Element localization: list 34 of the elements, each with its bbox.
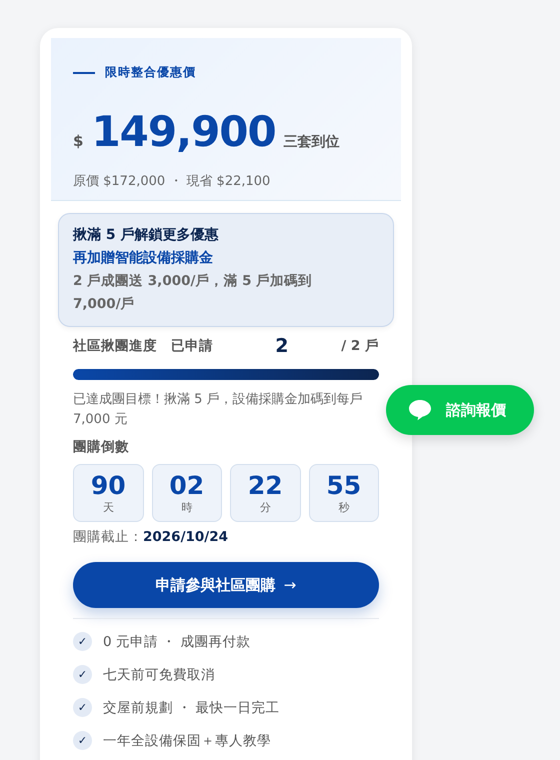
progress-count: 2: [275, 335, 290, 357]
benefit-text: 七天前可免費取消: [103, 666, 215, 684]
price: 149,900: [91, 107, 276, 156]
deadline-date: 2026/10/24: [143, 529, 228, 545]
currency-symbol: $: [73, 132, 84, 150]
check-icon: ✓: [73, 665, 92, 684]
deadline-label: 團購截止：: [73, 529, 143, 545]
promo-title: 揪滿 5 戶解鎖更多優惠: [73, 226, 220, 245]
chat-bubble-icon: [408, 399, 432, 421]
countdown-unit: 時: [181, 500, 192, 514]
price-note: 三套到位: [284, 133, 340, 151]
progress-note: 已達成團目標！揪滿 5 戶，設備採購金加碼到每戶 7,000 元: [73, 391, 364, 429]
countdown-value: 22: [248, 472, 283, 500]
promo-detail: 2 戶成團送 3,000/戶，滿 5 戶加碼到 7,000/戶: [73, 272, 314, 314]
countdown-value: 90: [90, 472, 126, 500]
progress-label: 社區揪團進度 已申請: [73, 337, 214, 355]
countdown-value: 55: [326, 472, 362, 500]
promo-subtitle: 再加贈智能設備採購金: [73, 249, 214, 268]
benefit-text: 0 元申請 ・ 成團再付款: [103, 632, 250, 650]
original-price: 原價 $172,000 ・ 現省 $22,100: [73, 173, 272, 190]
check-icon: ✓: [73, 731, 92, 750]
benefit-text: 一年全設備保固＋專人教學: [103, 732, 271, 750]
eyebrow-label: 限時整合優惠價: [105, 64, 196, 81]
check-icon: ✓: [73, 698, 92, 717]
benefit-text: 交屋前規劃 ・ 最快一日完工: [103, 698, 280, 716]
accent-line: [73, 72, 95, 74]
progress-target: / 2 戶: [341, 337, 379, 355]
countdown-unit: 秒: [338, 500, 350, 514]
countdown-unit: 分: [260, 500, 271, 514]
countdown-unit: 天: [102, 500, 114, 514]
countdown-title: 團購倒數: [73, 438, 130, 456]
join-button[interactable]: 申請參與社區團購 →: [73, 562, 379, 608]
countdown-value: 02: [169, 472, 204, 500]
check-icon: ✓: [73, 632, 92, 651]
